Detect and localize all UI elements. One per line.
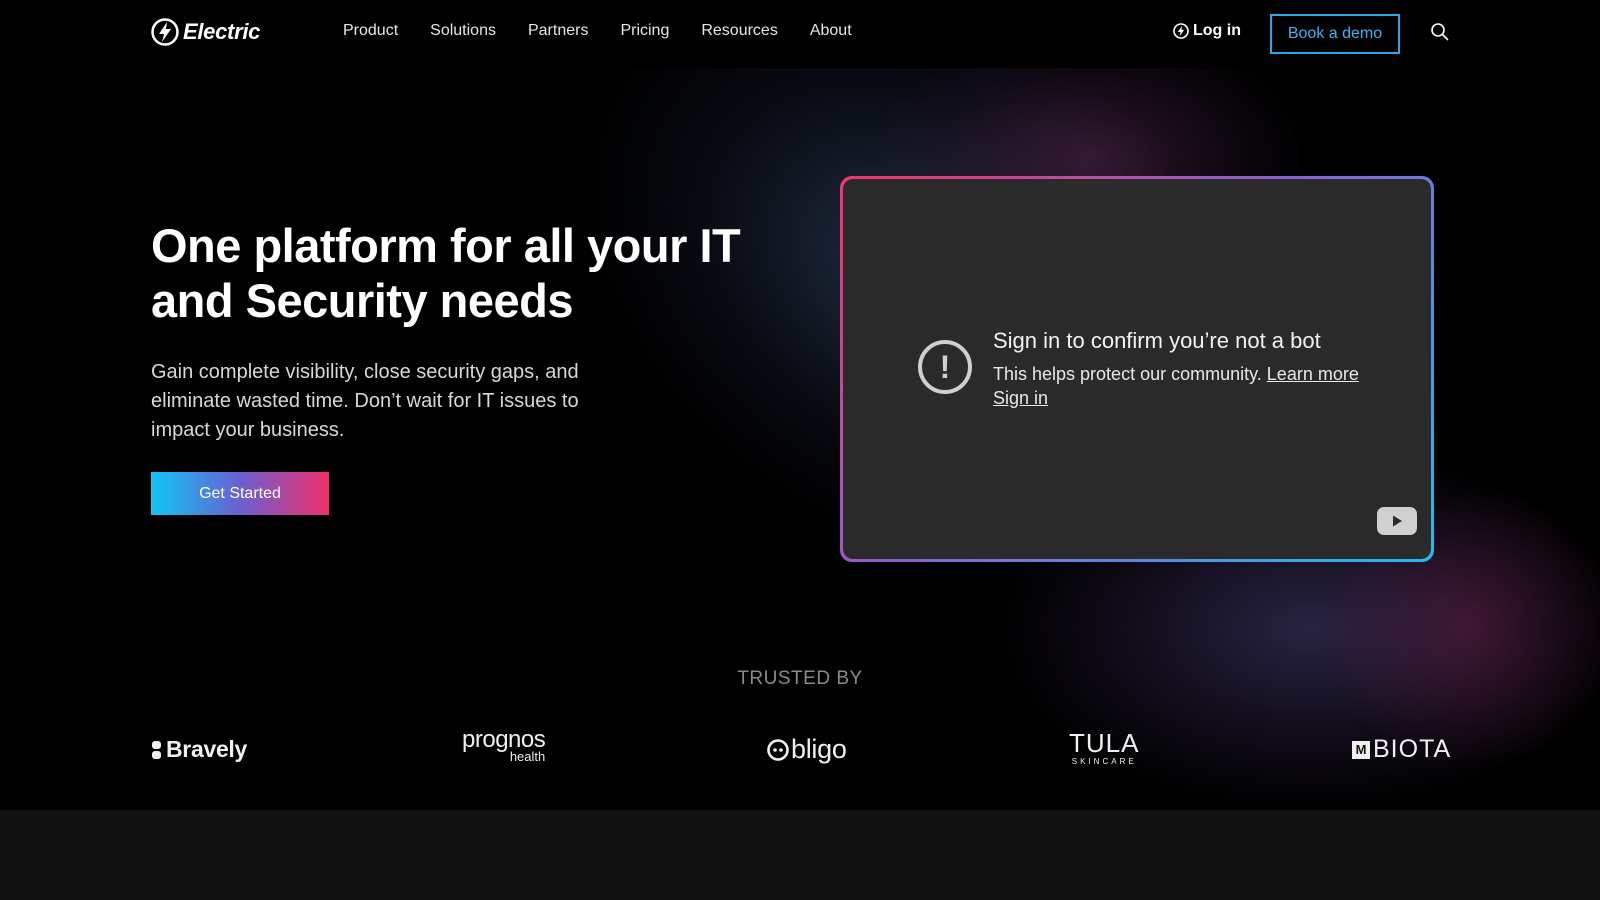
- login-label: Log in: [1193, 22, 1241, 39]
- tula-logo: TULA SKINCARE: [1069, 730, 1139, 766]
- trusted-by-label: TRUSTED BY: [737, 668, 863, 689]
- obligo-logo: bligo: [766, 734, 847, 765]
- get-started-button[interactable]: Get Started: [151, 472, 329, 515]
- tula-subtitle: SKINCARE: [1071, 757, 1137, 766]
- search-button[interactable]: [1430, 22, 1450, 47]
- bot-check-title: Sign in to confirm you’re not a bot: [993, 328, 1321, 353]
- hero-section: One platform for all your IT and Securit…: [0, 68, 1600, 810]
- login-link[interactable]: Log in: [1173, 22, 1241, 40]
- video-embed: ! Sign in to confirm you’re not a bot Th…: [840, 176, 1434, 562]
- subtext-line: eliminate wasted time. Don’t wait for IT…: [151, 390, 579, 412]
- nav-link-solutions[interactable]: Solutions: [430, 22, 496, 40]
- nav-link-pricing[interactable]: Pricing: [620, 22, 669, 40]
- bravely-mark-icon: [152, 740, 161, 759]
- logo-text: Electric: [183, 19, 261, 44]
- nav-link-partners[interactable]: Partners: [528, 22, 588, 40]
- obligo-wordmark: bligo: [791, 734, 847, 764]
- obligo-mark-icon: [767, 738, 789, 761]
- hero-headline: One platform for all your IT and Securit…: [151, 218, 791, 328]
- nav-link-product[interactable]: Product: [343, 22, 398, 40]
- headline-line: and Security needs: [151, 274, 574, 327]
- bravely-wordmark: Bravely: [166, 736, 248, 762]
- video-player[interactable]: ! Sign in to confirm you’re not a bot Th…: [843, 179, 1431, 559]
- prognos-subtitle: health: [509, 749, 546, 764]
- bot-check-text: This helps protect our community.: [993, 364, 1262, 384]
- biota-mark: M: [1352, 740, 1370, 759]
- subtext-line: impact your business.: [151, 419, 345, 441]
- logo[interactable]: Electric: [151, 18, 260, 46]
- sign-in-link[interactable]: Sign in: [993, 388, 1048, 409]
- lightning-icon: [1173, 23, 1189, 39]
- play-icon: [1393, 515, 1402, 527]
- learn-more-link[interactable]: Learn more: [1267, 364, 1359, 384]
- top-nav: Electric Product Solutions Partners Pric…: [0, 0, 1600, 68]
- hero-subtext: Gain complete visibility, close security…: [151, 358, 611, 445]
- biota-wordmark: BIOTA: [1373, 735, 1452, 763]
- biota-logo: M BIOTA: [1352, 735, 1451, 764]
- nav-link-resources[interactable]: Resources: [701, 22, 777, 40]
- search-icon: [1431, 23, 1449, 41]
- headline-line: One platform for all your IT: [151, 219, 741, 272]
- customer-logos: Bravely prognos health bligo TULA SKINCA…: [0, 728, 1600, 776]
- nav-link-about[interactable]: About: [810, 22, 852, 40]
- next-section: [0, 810, 1600, 900]
- lightning-logo-icon: [151, 18, 179, 46]
- youtube-icon[interactable]: [1377, 507, 1417, 535]
- alert-icon: !: [918, 340, 972, 394]
- bot-check-description: This helps protect our community. Learn …: [993, 364, 1359, 385]
- prognos-logo: prognos health: [462, 728, 546, 764]
- subtext-line: Gain complete visibility, close security…: [151, 361, 579, 383]
- nav-links: Product Solutions Partners Pricing Resou…: [343, 22, 852, 40]
- book-demo-button[interactable]: Book a demo: [1270, 14, 1400, 54]
- tula-wordmark: TULA: [1069, 728, 1140, 758]
- bravely-logo: Bravely: [151, 736, 247, 763]
